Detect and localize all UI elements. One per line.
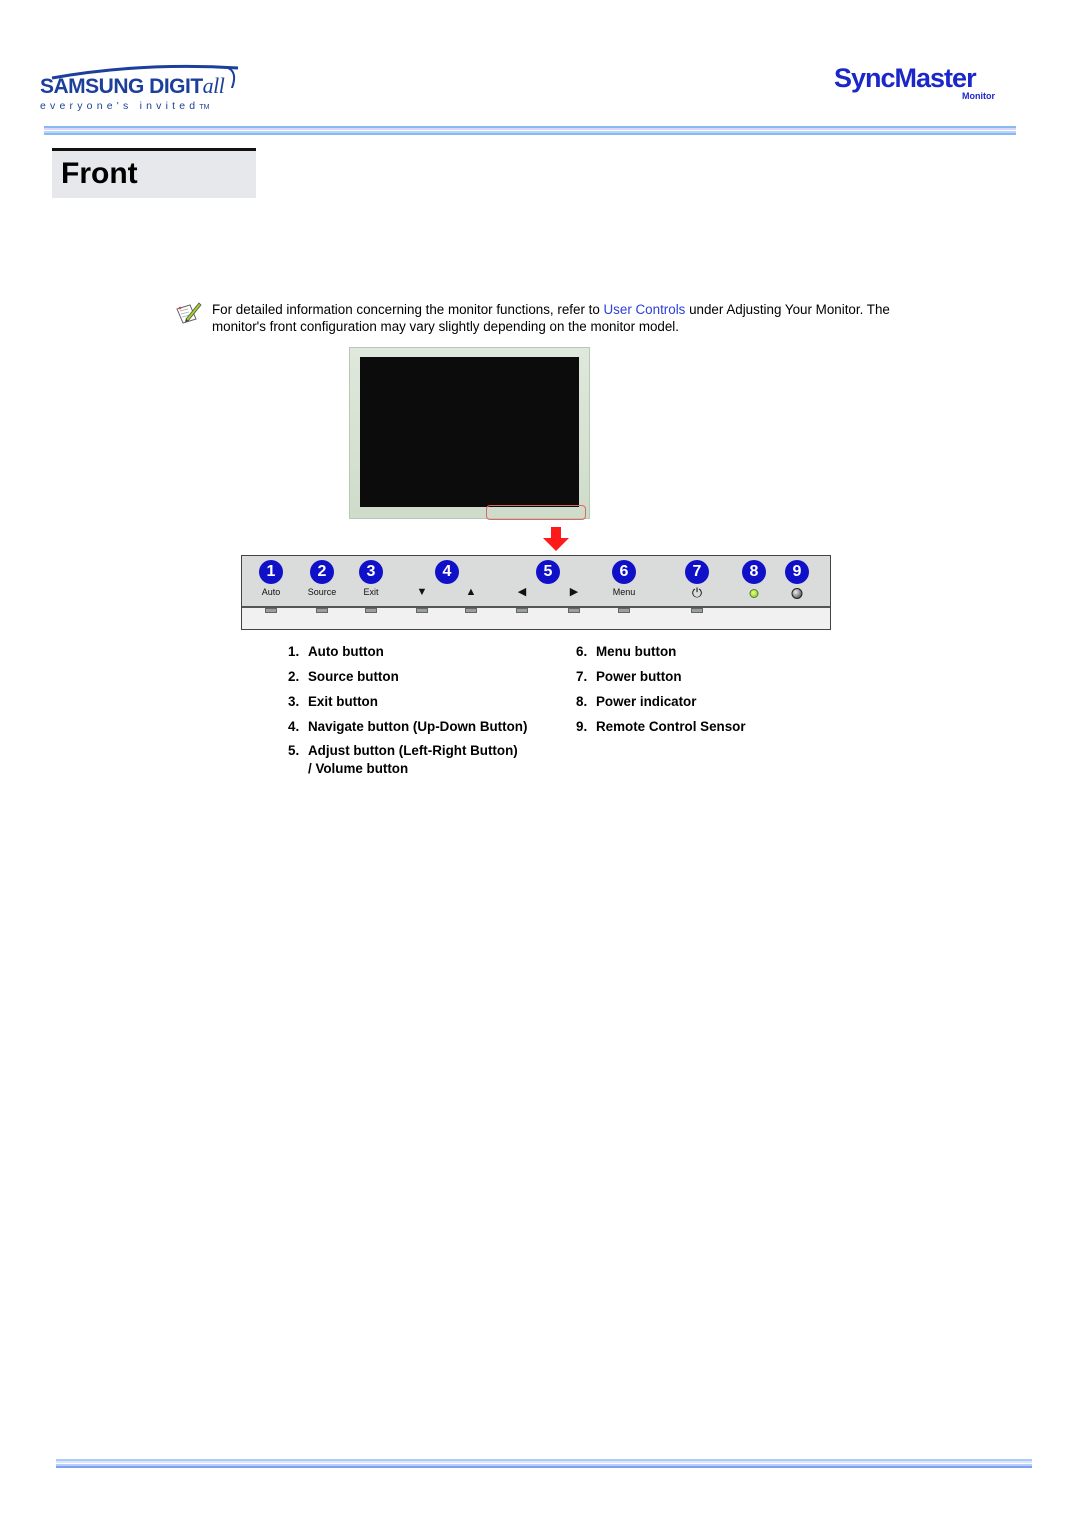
- control-menu: 6 Menu: [599, 556, 649, 608]
- legend-item-5: 5. Adjust button (Left-Right Button) / Vol…: [288, 743, 518, 776]
- badge-9: 9: [785, 560, 809, 584]
- button-nub: [618, 608, 630, 613]
- badge-3: 3: [359, 560, 383, 584]
- control-right: ▶: [549, 556, 599, 608]
- control-remote-sensor: 9: [772, 556, 822, 608]
- badge-6: 6: [612, 560, 636, 584]
- triangle-up-icon: ▲: [465, 586, 477, 598]
- badge-7: 7: [685, 560, 709, 584]
- badge-1: 1: [259, 560, 283, 584]
- monitor-front-illustration: [349, 347, 590, 519]
- remote-sensor-icon: [791, 588, 803, 599]
- samsung-digitall-logo: SAMSUNG DIGITall everyone's invitedTM: [36, 64, 246, 114]
- badge-2: 2: [310, 560, 334, 584]
- badge-8: 8: [742, 560, 766, 584]
- product-subtitle: Monitor: [962, 91, 995, 101]
- power-led-icon: [749, 589, 759, 598]
- footer-divider: [56, 1459, 1032, 1469]
- control-auto: 1 Auto: [246, 556, 296, 608]
- legend-item-2: 2. Source button: [288, 669, 399, 684]
- control-label-source: Source: [307, 587, 337, 597]
- legend-item-9: 9. Remote Control Sensor: [576, 719, 746, 734]
- syncmaster-logo: SyncMaster Monitor: [834, 63, 1014, 103]
- user-controls-link[interactable]: User Controls: [604, 302, 686, 317]
- button-nub: [691, 608, 703, 613]
- legend-item-1: 1. Auto button: [288, 644, 384, 659]
- control-label-menu: Menu: [612, 587, 636, 597]
- brand-tagline: everyone's invitedTM: [40, 100, 210, 112]
- control-up: ▲: [446, 556, 496, 608]
- legend-item-8: 8. Power indicator: [576, 694, 697, 709]
- note-text: For detailed information concerning the …: [212, 302, 890, 334]
- page-title: Front: [61, 157, 138, 190]
- brand-wordmark: SAMSUNG DIGITall: [40, 73, 225, 98]
- control-area-highlight: [486, 505, 586, 520]
- button-nub: [316, 608, 328, 613]
- legend-item-7: 7. Power button: [576, 669, 682, 684]
- monitor-screen: [360, 357, 579, 507]
- control-label-auto: Auto: [261, 587, 281, 597]
- button-nub: [465, 608, 477, 613]
- section-title-box: Front: [52, 148, 256, 198]
- button-nub: [568, 608, 580, 613]
- button-nub: [516, 608, 528, 613]
- power-icon: ⏻: [691, 585, 703, 600]
- button-nub: [416, 608, 428, 613]
- button-nub: [365, 608, 377, 613]
- control-exit: 3 Exit: [346, 556, 396, 608]
- control-label-exit: Exit: [363, 587, 379, 597]
- legend-item-3: 3. Exit button: [288, 694, 378, 709]
- legend-item-6: 6. Menu button: [576, 644, 677, 659]
- control-source: 2 Source: [297, 556, 347, 608]
- legend-item-4: 4. Navigate button (Up-Down Button): [288, 719, 528, 734]
- arrow-down-icon: [543, 527, 569, 551]
- header-divider: [44, 126, 1016, 136]
- product-wordmark: SyncMaster: [834, 63, 977, 93]
- control-panel-diagram: 1 Auto 2 Source 3 Exit ▼ 4 ▲ ◀ 5 ▶ 6 Men…: [241, 555, 831, 630]
- control-panel-face: 1 Auto 2 Source 3 Exit ▼ 4 ▲ ◀ 5 ▶ 6 Men…: [242, 556, 830, 608]
- control-power: 7 ⏻: [672, 556, 722, 608]
- triangle-right-icon: ▶: [569, 586, 579, 598]
- note-pencil-icon: [176, 302, 202, 324]
- button-nub: [265, 608, 277, 613]
